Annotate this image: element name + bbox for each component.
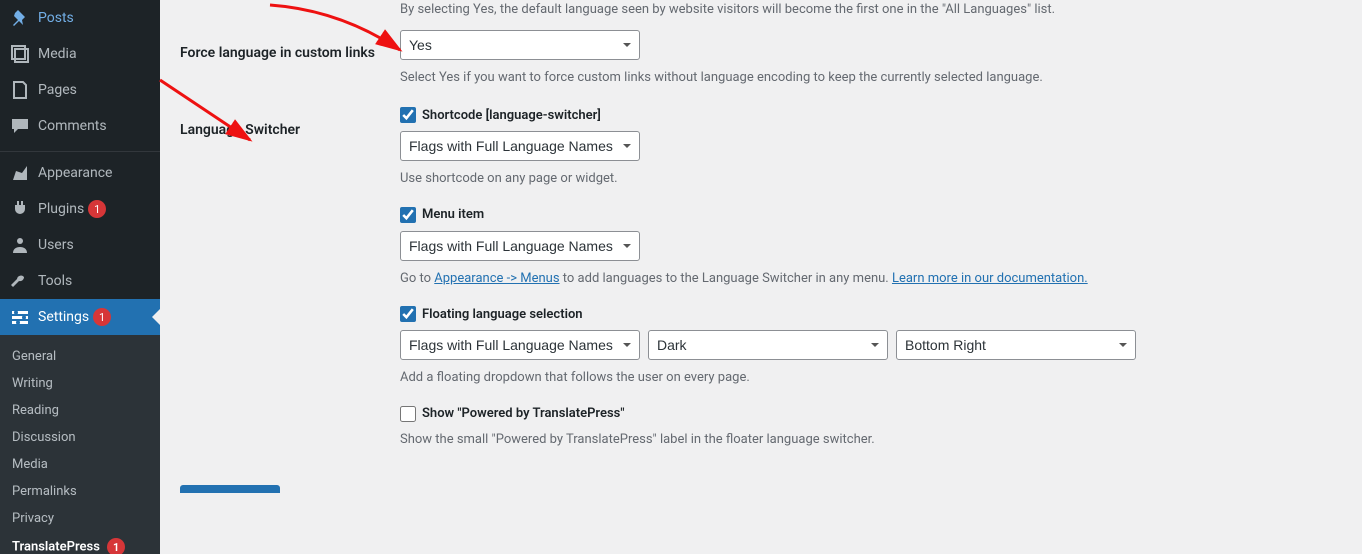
sub-label: TranslatePress — [12, 540, 100, 554]
comments-icon — [10, 116, 30, 136]
top-description: By selecting Yes, the default language s… — [400, 0, 1342, 20]
shortcode-checkbox[interactable] — [400, 107, 416, 123]
media-icon — [10, 44, 30, 64]
sidebar-item-pages[interactable]: Pages — [0, 72, 160, 108]
settings-panel: By selecting Yes, the default language s… — [160, 0, 1362, 554]
floating-style-select[interactable]: Flags with Full Language Names — [400, 330, 640, 360]
row-label: Force language in custom links — [180, 30, 400, 88]
floating-desc: Add a floating dropdown that follows the… — [400, 368, 1342, 388]
sidebar-label: Comments — [38, 118, 107, 134]
row-force-language: Force language in custom links Yes Selec… — [180, 30, 1342, 88]
sidebar-label: Tools — [38, 273, 72, 289]
update-badge: 1 — [93, 308, 111, 326]
save-button-top[interactable] — [180, 485, 280, 493]
pages-icon — [10, 80, 30, 100]
floating-position-select[interactable]: Bottom Right — [896, 330, 1136, 360]
force-language-desc: Select Yes if you want to force custom l… — [400, 68, 1342, 88]
sidebar-label: Plugins — [38, 201, 84, 217]
menu-desc: Go to Appearance -> Menus to add languag… — [400, 269, 1342, 289]
sidebar-label: Settings — [38, 309, 89, 325]
separator — [0, 147, 160, 152]
sidebar-item-plugins[interactable]: Plugins 1 — [0, 191, 160, 227]
settings-submenu: General Writing Reading Discussion Media… — [0, 335, 160, 554]
floating-label: Floating language selection — [422, 307, 583, 322]
sub-reading[interactable]: Reading — [0, 397, 160, 424]
powered-desc: Show the small "Powered by TranslatePres… — [400, 430, 1342, 450]
sidebar-label: Pages — [38, 82, 77, 98]
sidebar-item-comments[interactable]: Comments — [0, 108, 160, 144]
menu-item-label: Menu item — [422, 207, 484, 222]
appearance-icon — [10, 163, 30, 183]
menu-style-select[interactable]: Flags with Full Language Names — [400, 231, 640, 261]
docs-link[interactable]: Learn more in our documentation. — [892, 271, 1088, 286]
sidebar-item-media[interactable]: Media — [0, 36, 160, 72]
row-label: Language Switcher — [180, 107, 400, 449]
sub-writing[interactable]: Writing — [0, 370, 160, 397]
settings-icon — [10, 307, 30, 327]
update-badge: 1 — [88, 200, 106, 218]
sidebar-item-posts[interactable]: Posts — [0, 0, 160, 36]
menu-item-checkbox[interactable] — [400, 207, 416, 223]
sidebar-item-settings[interactable]: Settings 1 — [0, 299, 160, 335]
sidebar-label: Appearance — [38, 165, 112, 181]
powered-checkbox[interactable] — [400, 406, 416, 422]
update-badge: 1 — [107, 538, 125, 554]
admin-sidebar: Posts Media Pages Comments Appearance Pl… — [0, 0, 160, 554]
powered-label: Show "Powered by TranslatePress" — [422, 406, 625, 421]
shortcode-desc: Use shortcode on any page or widget. — [400, 169, 1342, 189]
sub-media[interactable]: Media — [0, 451, 160, 478]
sub-translatepress[interactable]: TranslatePress 1 — [0, 532, 160, 554]
plugin-icon — [10, 199, 30, 219]
floating-theme-select[interactable]: Dark — [648, 330, 888, 360]
row-language-switcher: Language Switcher Shortcode [language-sw… — [180, 107, 1342, 449]
shortcode-label: Shortcode [language-switcher] — [422, 108, 601, 123]
force-language-select[interactable]: Yes — [400, 30, 640, 60]
sidebar-item-appearance[interactable]: Appearance — [0, 155, 160, 191]
floating-checkbox[interactable] — [400, 306, 416, 322]
appearance-menus-link[interactable]: Appearance -> Menus — [434, 271, 559, 286]
users-icon — [10, 235, 30, 255]
pin-icon — [10, 8, 30, 28]
sidebar-label: Media — [38, 46, 77, 62]
sidebar-item-tools[interactable]: Tools — [0, 263, 160, 299]
sub-permalinks[interactable]: Permalinks — [0, 478, 160, 505]
sub-privacy[interactable]: Privacy — [0, 505, 160, 532]
sub-general[interactable]: General — [0, 343, 160, 370]
tools-icon — [10, 271, 30, 291]
sidebar-item-users[interactable]: Users — [0, 227, 160, 263]
shortcode-style-select[interactable]: Flags with Full Language Names — [400, 131, 640, 161]
sidebar-label: Posts — [38, 10, 74, 26]
sub-discussion[interactable]: Discussion — [0, 424, 160, 451]
sidebar-label: Users — [38, 237, 74, 253]
